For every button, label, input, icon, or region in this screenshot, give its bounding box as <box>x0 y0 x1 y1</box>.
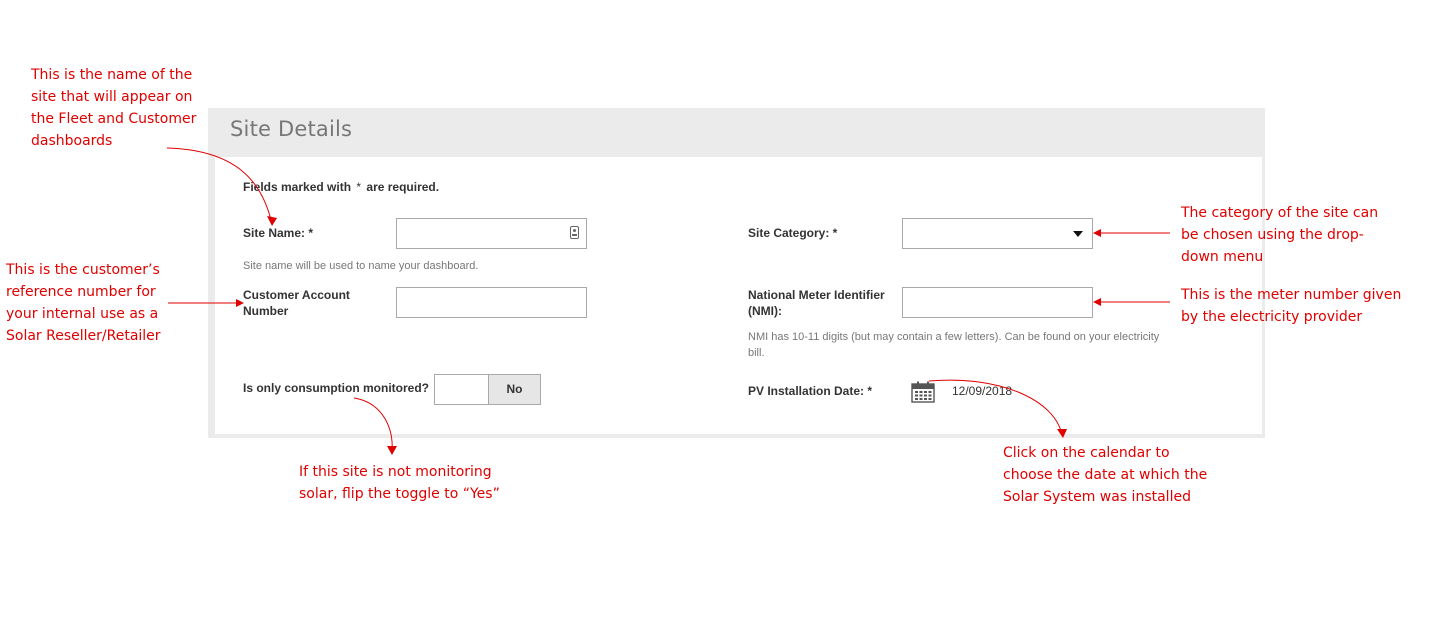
annotation-site-name: This is the name of the site that will a… <box>31 64 196 152</box>
arrowhead-toggle <box>387 446 397 455</box>
pv-install-label: PV Installation Date: * <box>748 384 873 398</box>
toggle-no-option[interactable]: No <box>488 375 540 404</box>
consumption-label: Is only consumption monitored? <box>243 381 429 395</box>
annotation-line: down menu <box>1181 249 1264 265</box>
annotation-line: your internal use as a <box>6 306 159 322</box>
form-body: Fields marked with * are required. Site … <box>215 157 1262 434</box>
site-name-input[interactable] <box>396 218 587 249</box>
annotation-consumption: If this site is not monitoring solar, fl… <box>299 461 500 505</box>
nmi-hint-line1: NMI has 10-11 digits (but may contain a … <box>748 331 1160 343</box>
required-note-suffix: are required. <box>366 180 440 194</box>
annotation-line: by the electricity provider <box>1181 309 1363 325</box>
annotation-line: reference number for <box>6 284 156 300</box>
nmi-label-line1: National Meter Identifier <box>748 288 885 302</box>
annotation-calendar: Click on the calendar to choose the date… <box>1003 442 1207 508</box>
panel-title: Site Details <box>230 117 353 141</box>
nmi-label-line2: (NMI): <box>748 304 782 318</box>
customer-account-label-line2: Number <box>243 304 289 318</box>
annotation-line: If this site is not monitoring <box>299 464 492 480</box>
site-category-select[interactable] <box>902 218 1093 249</box>
panel-header: Site Details <box>208 108 1265 157</box>
site-details-panel: Site Details Fields marked with * are re… <box>208 108 1265 438</box>
annotation-line: be chosen using the drop- <box>1181 227 1364 243</box>
contact-card-icon <box>570 226 579 239</box>
calendar-icon[interactable] <box>911 381 935 403</box>
screen: Site Details Fields marked with * are re… <box>0 0 1433 641</box>
pv-install-value[interactable]: 12/09/2018 <box>952 384 1012 398</box>
annotation-line: Click on the calendar to <box>1003 445 1170 461</box>
annotation-site-category: The category of the site can be chosen u… <box>1181 202 1378 268</box>
annotation-nmi: This is the meter number given by the el… <box>1181 284 1401 328</box>
annotation-line: site that will appear on <box>31 89 193 105</box>
site-name-hint: Site name will be used to name your dash… <box>243 260 479 272</box>
customer-account-label-line1: Customer Account <box>243 288 350 302</box>
nmi-input[interactable] <box>902 287 1093 318</box>
customer-account-input[interactable] <box>396 287 587 318</box>
required-note: Fields marked with * are required. <box>243 180 439 194</box>
required-note-text: Fields marked with <box>243 180 352 194</box>
annotation-customer-account: This is the customer’s reference number … <box>6 259 161 347</box>
annotation-line: choose the date at which the <box>1003 467 1208 483</box>
required-star: * <box>356 180 362 194</box>
annotation-line: This is the customer’s <box>6 262 160 278</box>
annotation-line: Solar Reseller/Retailer <box>6 328 161 344</box>
annotation-line: This is the name of the <box>31 67 193 83</box>
annotation-line: solar, flip the toggle to “Yes” <box>299 486 500 502</box>
annotation-line: This is the meter number given <box>1181 287 1402 303</box>
nmi-hint-line2: bill. <box>748 347 765 359</box>
annotation-line: the Fleet and Customer <box>31 111 197 127</box>
site-category-label: Site Category: * <box>748 226 838 240</box>
customer-account-label: Customer Account Number <box>243 287 350 319</box>
nmi-label: National Meter Identifier (NMI): <box>748 287 885 319</box>
consumption-toggle[interactable]: No <box>434 374 541 405</box>
annotation-line: dashboards <box>31 133 113 149</box>
nmi-hint: NMI has 10-11 digits (but may contain a … <box>748 329 1159 361</box>
annotation-line: Solar System was installed <box>1003 489 1191 505</box>
caret-down-icon <box>1073 231 1083 237</box>
site-name-label: Site Name: * <box>243 226 314 240</box>
annotation-line: The category of the site can <box>1181 205 1379 221</box>
